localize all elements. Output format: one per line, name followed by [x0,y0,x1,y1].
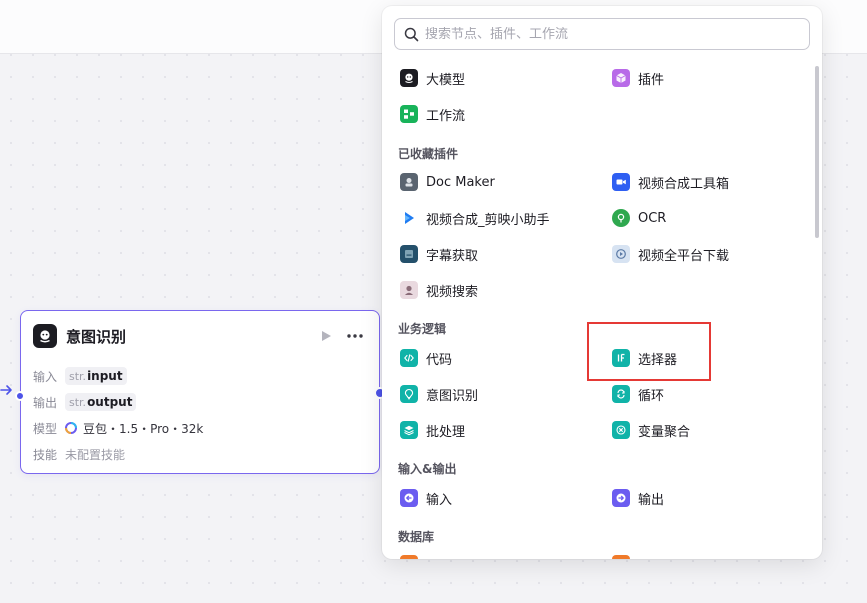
search-box[interactable] [394,18,810,50]
node-header: 意图识别 [33,323,367,349]
picker-item-plugin[interactable]: 插件 [612,65,664,91]
model-row: 模型 豆包・1.5・Pro・32k [33,415,367,441]
video-camera-icon [612,173,630,191]
jianying-play-icon [400,209,418,227]
output-variable-tag: str. output [65,393,137,411]
picker-item-label: 循环 [638,388,665,404]
picker-item-label: OCR [638,210,667,226]
picker-item-label: 输出 [638,492,665,508]
picker-item-label: 意图识别 [426,388,479,404]
picker-item-jianying-assistant[interactable]: 视频合成_剪映小助手 [400,205,550,231]
io-section-title: 输入&输出 [398,462,457,476]
picker-item-label: 视频全平台下载 [638,248,730,264]
picker-item-variable-merge[interactable]: 变量聚合 [612,417,690,443]
intent-icon [400,385,418,403]
input-name: input [87,369,123,383]
picker-item-video-toolbox[interactable]: 视频合成工具箱 [612,169,729,195]
picker-item-video-download[interactable]: 视频全平台下载 [612,241,729,267]
play-icon [322,331,331,341]
skill-value: 未配置技能 [65,447,126,462]
picker-item-input[interactable]: 输入 [400,485,452,511]
plugin-cube-icon [612,69,630,87]
video-download-icon [612,245,630,263]
database-icon[interactable] [400,555,418,559]
picker-item-label: 字幕获取 [426,248,479,264]
output-name: output [87,395,133,409]
logic-section-title: 业务逻辑 [398,322,447,336]
selector-highlight-box [587,322,711,381]
doubao-logo-icon [65,422,77,434]
output-row: 输出 str. output [33,389,367,415]
model-value: 豆包・1.5・Pro・32k [83,421,204,436]
loop-icon [612,385,630,403]
run-node-button[interactable] [315,325,337,347]
incoming-edge-arrow-icon [0,385,12,395]
scrollbar[interactable] [815,66,819,238]
subtitle-icon [400,245,418,263]
ellipsis-icon [347,334,363,338]
picker-item-llm[interactable]: 大模型 [400,65,465,91]
video-search-icon [400,281,418,299]
database-section-title: 数据库 [398,530,435,544]
doc-maker-icon [400,173,418,191]
picker-item-label: 工作流 [426,108,466,124]
input-port[interactable] [15,391,25,401]
picker-item-label: 插件 [638,72,665,88]
batch-icon [400,421,418,439]
intent-node-icon [33,324,57,348]
picker-item-label: 变量聚合 [638,424,691,440]
output-label: 输出 [33,395,58,410]
picker-item-loop[interactable]: 循环 [612,381,664,407]
workflow-icon [400,105,418,123]
input-type: str. [69,370,87,383]
skill-row: 技能 未配置技能 [33,441,367,467]
picker-item-workflow[interactable]: 工作流 [400,101,465,127]
input-row: 输入 str. input [33,363,367,389]
picker-item-label: 视频合成_剪映小助手 [426,212,550,228]
picker-item-label: 输入 [426,492,453,508]
code-icon [400,349,418,367]
node-title: 意图识别 [66,327,127,346]
node-picker-panel: 大模型 插件 工作流 已收藏插件 Doc Maker 视频合成工具箱 视频合成_… [382,6,822,559]
picker-item-output[interactable]: 输出 [612,485,664,511]
skill-label: 技能 [33,447,58,462]
picker-item-ocr[interactable]: OCR [612,205,666,231]
llm-icon [400,69,418,87]
variable-merge-icon [612,421,630,439]
model-label: 模型 [33,421,58,436]
database-icon[interactable] [612,555,630,559]
input-arrow-icon [400,489,418,507]
picker-item-label: 代码 [426,352,453,368]
picker-item-batch[interactable]: 批处理 [400,417,465,443]
favorites-section-title: 已收藏插件 [398,147,459,161]
picker-item-label: Doc Maker [426,174,495,190]
input-label: 输入 [33,369,58,384]
picker-item-label: 视频合成工具箱 [638,176,730,192]
more-options-button[interactable] [343,325,367,347]
picker-item-subtitle[interactable]: 字幕获取 [400,241,478,267]
picker-item-label: 视频搜索 [426,284,479,300]
search-input[interactable] [425,26,795,42]
picker-item-label: 大模型 [426,72,466,88]
ocr-icon [612,209,630,227]
picker-item-label: 批处理 [426,424,466,440]
picker-item-intent[interactable]: 意图识别 [400,381,478,407]
picker-item-code[interactable]: 代码 [400,345,452,371]
output-arrow-icon [612,489,630,507]
input-variable-tag: str. input [65,367,127,385]
output-type: str. [69,396,87,409]
intent-recognition-node[interactable]: 意图识别 输入 str. input 输出 str. output 模型 豆包・… [15,310,386,474]
picker-item-video-search[interactable]: 视频搜索 [400,277,478,303]
picker-item-doc-maker[interactable]: Doc Maker [400,169,495,195]
search-icon [404,27,419,41]
